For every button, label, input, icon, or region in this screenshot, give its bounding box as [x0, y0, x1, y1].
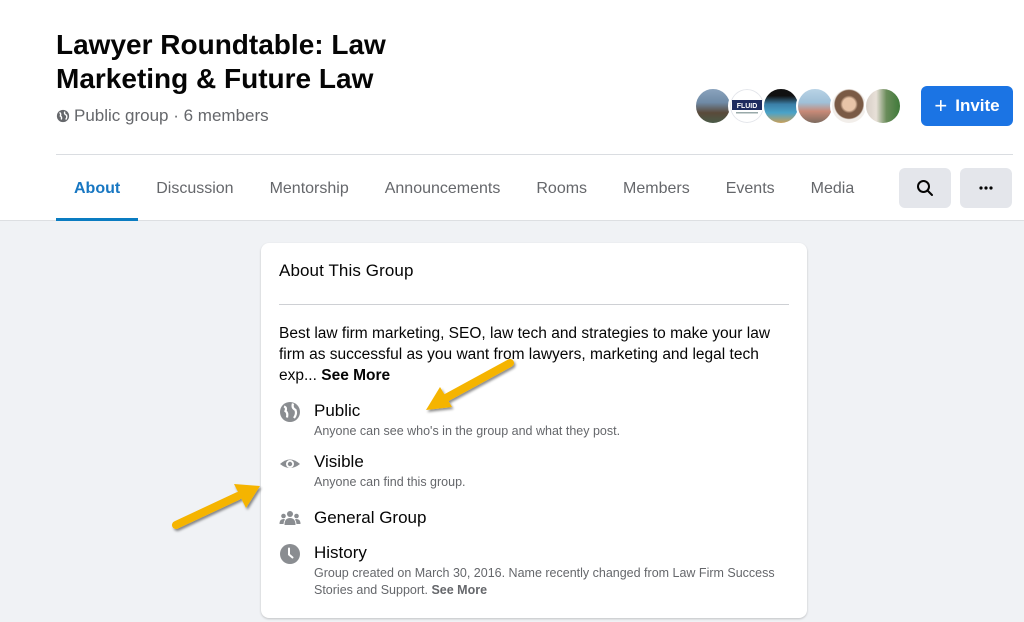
people-icon [279, 511, 301, 525]
tab-about[interactable]: About [56, 156, 139, 221]
tab-mentorship[interactable]: Mentorship [252, 156, 367, 221]
globe-icon [56, 109, 70, 123]
member-avatar-5[interactable] [830, 87, 868, 125]
svg-text:FLUID: FLUID [737, 103, 758, 110]
about-card: About This Group Best law firm marketing… [261, 243, 807, 618]
group-meta: Public group · 6 members [56, 106, 269, 126]
clock-icon [280, 544, 300, 564]
tab-members[interactable]: Members [605, 156, 708, 221]
info-row-history: History Group created on March 30, 2016.… [279, 542, 784, 599]
more-options-button[interactable] [960, 168, 1012, 208]
info-title-history: History [314, 543, 367, 562]
tab-announcements[interactable]: Announcements [367, 156, 519, 221]
about-card-title: About This Group [279, 261, 414, 280]
tab-discussion[interactable]: Discussion [138, 156, 251, 221]
group-description: Best law firm marketing, SEO, law tech a… [279, 323, 794, 386]
info-subtitle-history: Group created on March 30, 2016. Name re… [314, 565, 784, 599]
info-row-general-group: General Group [279, 507, 784, 530]
more-options-icon [979, 186, 993, 190]
member-avatar-1[interactable] [694, 87, 732, 125]
annotation-arrow-visible [172, 484, 260, 529]
group-header: Lawyer Roundtable: Law Marketing & Futur… [0, 0, 1024, 221]
member-avatar-3[interactable] [762, 87, 800, 125]
member-avatars[interactable]: FLUID [694, 87, 902, 125]
info-row-visible: Visible Anyone can find this group. [279, 451, 784, 491]
group-privacy-members: Public group · 6 members [74, 106, 269, 125]
tab-media[interactable]: Media [793, 156, 873, 221]
info-title-visible: Visible [314, 452, 364, 471]
info-title-general-group: General Group [314, 508, 427, 527]
group-tabs: About Discussion Mentorship Announcement… [56, 156, 872, 221]
history-see-more-link[interactable]: See More [431, 583, 487, 597]
info-subtitle-visible: Anyone can find this group. [314, 475, 466, 489]
search-icon [917, 180, 933, 196]
group-title: Lawyer Roundtable: Law Marketing & Futur… [56, 29, 386, 94]
info-title-public: Public [314, 401, 361, 420]
description-see-more-link[interactable]: See More [321, 367, 390, 384]
globe-icon [280, 402, 300, 422]
eye-icon [280, 459, 300, 468]
search-button[interactable] [899, 168, 951, 208]
fluid-logo: FLUID [732, 100, 762, 114]
header-divider [56, 154, 1013, 155]
card-divider [279, 304, 789, 305]
invite-label: Invite [955, 96, 1000, 115]
member-avatar-2[interactable]: FLUID [728, 87, 766, 125]
tab-rooms[interactable]: Rooms [518, 156, 605, 221]
member-avatar-4[interactable] [796, 87, 834, 125]
member-avatar-6[interactable] [864, 87, 902, 125]
tab-events[interactable]: Events [708, 156, 793, 221]
invite-button[interactable]: + Invite [921, 86, 1013, 126]
history-text: Group created on March 30, 2016. Name re… [314, 566, 775, 597]
info-row-public: Public Anyone can see who's in the group… [279, 400, 784, 440]
plus-icon: + [934, 93, 948, 118]
info-subtitle-public: Anyone can see who's in the group and wh… [314, 424, 621, 438]
